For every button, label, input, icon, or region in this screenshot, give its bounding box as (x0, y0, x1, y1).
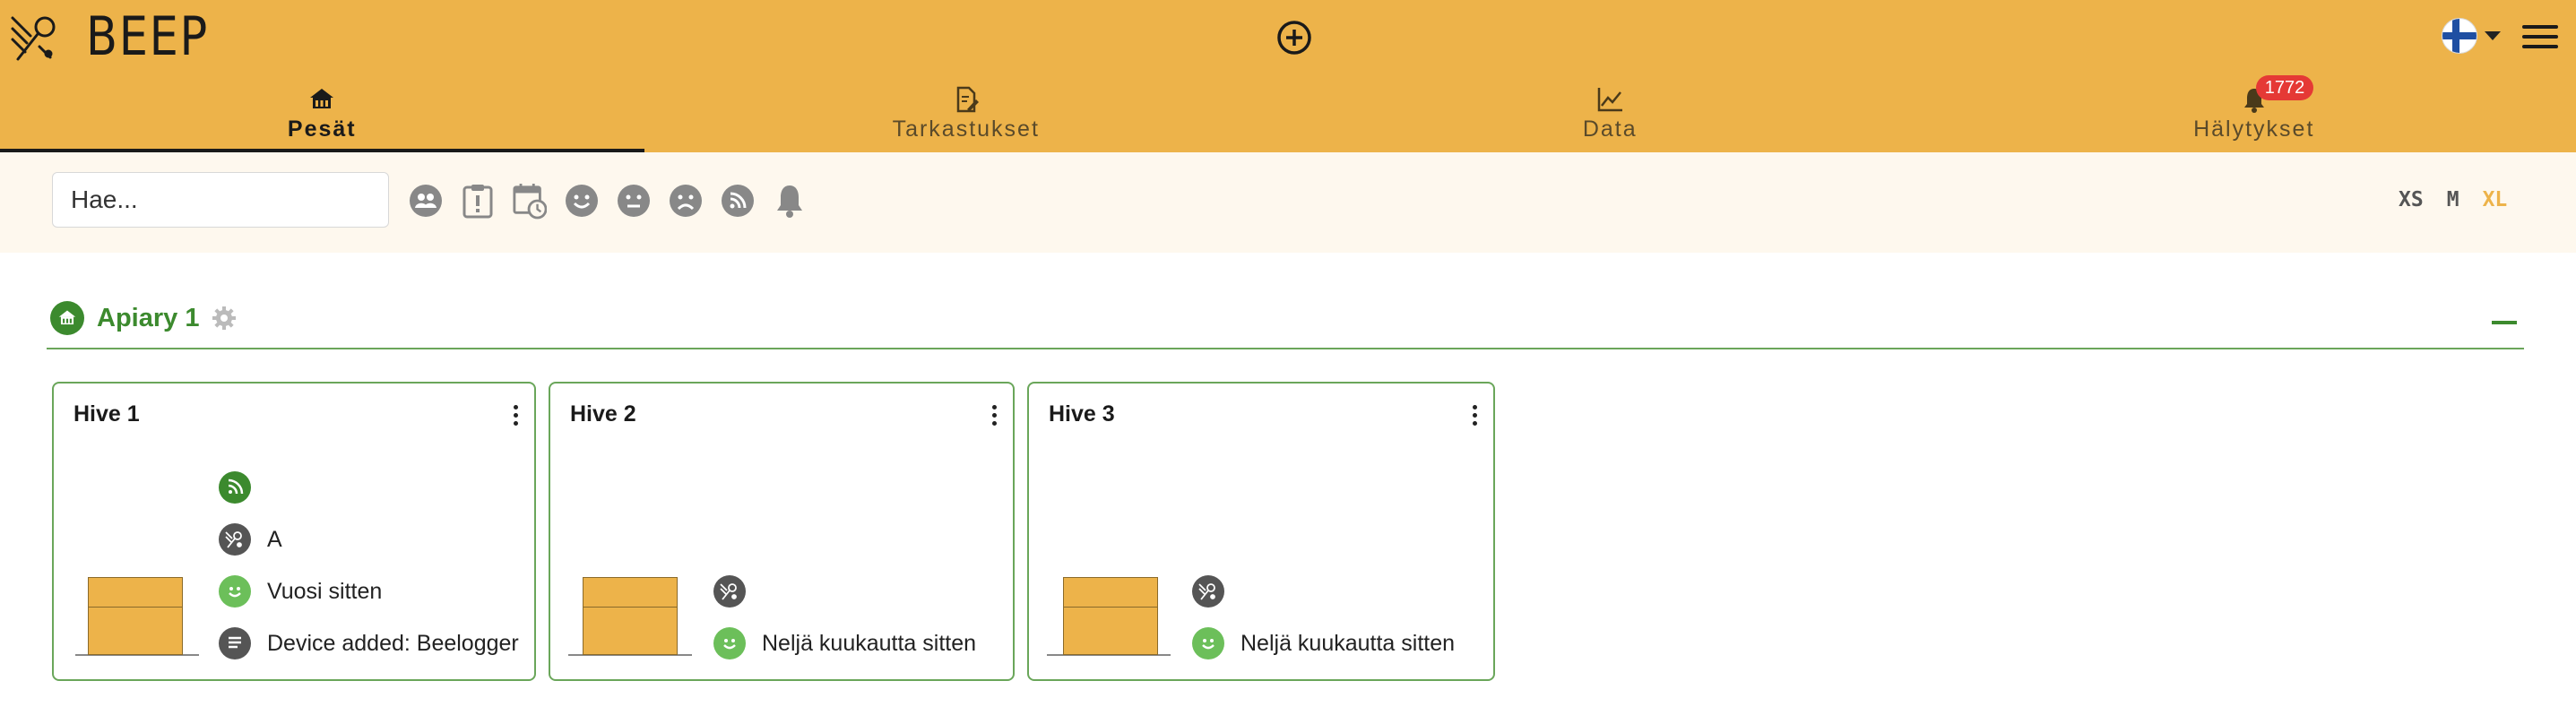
apiary-header: Apiary 1 (50, 301, 237, 335)
hive-box-icon (583, 577, 678, 655)
rss-icon (219, 471, 251, 504)
tab-label: Data (1582, 116, 1638, 142)
tab-data[interactable]: Data (1288, 79, 1932, 152)
hamburger-menu-icon[interactable] (2522, 25, 2558, 52)
rss-icon[interactable] (721, 183, 755, 219)
brand-name[interactable]: BEEP (86, 5, 209, 68)
more-vert-icon[interactable] (1470, 405, 1479, 428)
language-selector[interactable] (2442, 18, 2501, 54)
tab-halytykset[interactable]: 1772 Hälytykset (1932, 75, 2576, 152)
gear-icon[interactable] (212, 306, 237, 331)
smile-icon[interactable] (565, 183, 599, 219)
hive-title: Hive 1 (73, 401, 140, 427)
size-xl-button[interactable]: XL (2483, 188, 2508, 211)
hive-row: Device added: Beelogger (219, 627, 519, 659)
hive-row-text: Device added: Beelogger (267, 630, 519, 656)
hive-title: Hive 2 (570, 401, 636, 427)
filter-bar: XS M XL (0, 152, 2576, 253)
hive-row-text: Vuosi sitten (267, 578, 383, 604)
hive-card[interactable]: Hive 2 Neljä kuukautta sitten (549, 382, 1015, 681)
home-icon (310, 89, 334, 108)
smile-icon (219, 575, 251, 608)
hive-row: Neljä kuukautta sitten (713, 627, 976, 659)
apiary-divider (47, 348, 2524, 349)
size-m-button[interactable]: M (2447, 188, 2459, 211)
search-input[interactable] (52, 172, 389, 228)
queen-icon (713, 575, 746, 608)
filter-icons (409, 183, 807, 220)
queen-icon (1192, 575, 1224, 608)
hive-box-icon (88, 577, 183, 655)
size-xs-button[interactable]: XS (2399, 188, 2424, 211)
line-chart-icon (1598, 88, 1623, 112)
tab-label: Hälytykset (2193, 116, 2315, 142)
sad-face-icon[interactable] (669, 183, 703, 219)
hive-row-text: Neljä kuukautta sitten (1240, 630, 1456, 656)
more-vert-icon[interactable] (990, 405, 998, 428)
hive-card[interactable]: Hive 3 Neljä kuukautta sitten (1027, 382, 1495, 681)
hive-card[interactable]: Hive 1 A Vuosi sitten Device added: Beel… (52, 382, 536, 681)
alert-count-badge: 1772 (2255, 75, 2314, 100)
hive-row-text: A (267, 526, 282, 552)
size-toggle: XS M XL (2399, 188, 2507, 211)
tab-label: Pesät (287, 116, 357, 142)
top-bar: BEEP Pesät Tarkastukset Data 1772 Hälyty… (0, 0, 2576, 152)
hive-row (219, 471, 267, 504)
neutral-face-icon[interactable] (617, 183, 651, 219)
hive-row: Neljä kuukautta sitten (1192, 627, 1455, 659)
clipboard-alert-icon[interactable] (461, 183, 495, 219)
bell-icon[interactable] (773, 183, 807, 219)
smile-icon (1192, 627, 1224, 659)
group-filter-icon[interactable] (409, 183, 443, 219)
hive-title: Hive 3 (1049, 401, 1115, 427)
hive-box-icon (1063, 577, 1158, 655)
tab-pesat[interactable]: Pesät (0, 79, 644, 152)
apiary-name[interactable]: Apiary 1 (97, 304, 199, 333)
checklist-icon (956, 86, 979, 113)
hive-row (1192, 575, 1240, 608)
more-vert-icon[interactable] (511, 405, 520, 428)
beep-logo-icon[interactable] (9, 11, 63, 65)
tab-label: Tarkastukset (892, 116, 1040, 142)
finland-flag-icon (2442, 18, 2477, 54)
apiary-home-icon (50, 301, 84, 335)
caret-down-icon (2485, 31, 2501, 40)
notes-icon (219, 627, 251, 659)
queen-icon (219, 523, 251, 556)
collapse-icon[interactable] (2492, 321, 2517, 324)
hive-row: A (219, 523, 282, 556)
hive-row: Vuosi sitten (219, 575, 382, 608)
add-icon[interactable] (1276, 20, 1312, 56)
hive-row (713, 575, 762, 608)
hive-row-text: Neljä kuukautta sitten (762, 630, 977, 656)
smile-icon (713, 627, 746, 659)
tab-tarkastukset[interactable]: Tarkastukset (644, 79, 1289, 152)
calendar-clock-icon[interactable] (513, 183, 547, 220)
main-tabs: Pesät Tarkastukset Data 1772 Hälytykset (0, 75, 2576, 152)
